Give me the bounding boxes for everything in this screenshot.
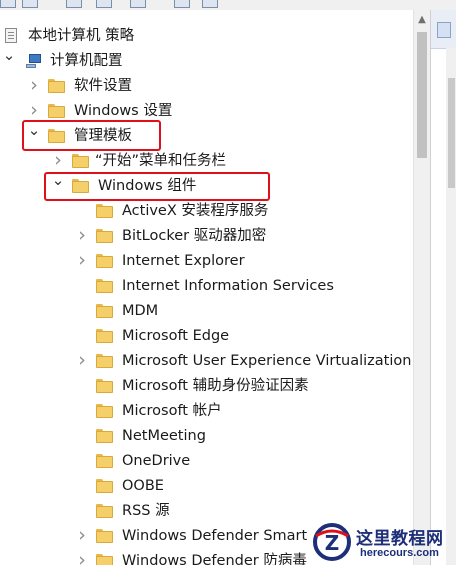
policy-tree: 本地计算机 策略 计算机配置 软件设置 Windows 设置 管理模板 “开始”… — [0, 10, 413, 565]
chevron-right-icon[interactable] — [27, 74, 41, 99]
tree-item-label: 计算机配置 — [50, 53, 123, 69]
tree-root-label: 本地计算机 策略 — [28, 28, 135, 44]
highlight-box-admin-templates — [22, 120, 161, 151]
tree-item-label: ActiveX 安装程序服务 — [122, 203, 269, 219]
folder-icon — [96, 404, 113, 418]
folder-icon — [96, 429, 113, 443]
policy-document-icon — [5, 28, 17, 43]
filter-icon[interactable] — [202, 0, 218, 8]
scrollbar-thumb[interactable] — [417, 32, 427, 158]
folder-icon — [96, 529, 113, 543]
tree-item-label: Microsoft Edge — [122, 328, 230, 344]
help-icon[interactable] — [174, 0, 190, 8]
scroll-up-arrow-icon[interactable]: ▲ — [414, 12, 430, 28]
folder-icon — [96, 479, 113, 493]
description-header — [431, 10, 456, 49]
folder-icon — [96, 204, 113, 218]
computer-icon — [26, 54, 42, 68]
folder-icon — [96, 504, 113, 518]
folder-icon — [96, 329, 113, 343]
chevron-down-icon[interactable] — [2, 49, 16, 74]
tree-item-label: RSS 源 — [122, 503, 170, 519]
folder-icon — [96, 379, 113, 393]
tree-item-label: MDM — [122, 303, 159, 319]
watermark-url: herecours.com — [360, 547, 439, 559]
folder-icon — [96, 304, 113, 318]
setting-icon — [437, 22, 451, 38]
properties-icon[interactable] — [130, 0, 146, 8]
folder-icon — [96, 354, 113, 368]
tree-item-label: Internet Explorer — [122, 253, 245, 269]
folder-icon — [72, 154, 89, 168]
tree-item-label: OneDrive — [122, 453, 191, 469]
folder-icon — [48, 79, 65, 93]
folder-icon — [48, 104, 65, 118]
chevron-right-icon[interactable] — [75, 524, 89, 549]
chevron-right-icon[interactable] — [75, 224, 89, 249]
chevron-right-icon[interactable] — [75, 349, 89, 374]
forward-icon[interactable] — [22, 0, 38, 8]
description-pane: 要 进 编 要 W 指 使 求 R 的 退 用 如 网 才 若 — [430, 10, 456, 565]
watermark-name: 这里教程网 — [356, 529, 444, 549]
chevron-right-icon[interactable] — [75, 549, 89, 565]
description-scrollbar[interactable] — [446, 48, 456, 565]
tree-item-label: Microsoft 帐户 — [122, 403, 222, 419]
folder-icon — [96, 229, 113, 243]
tree-item-label: Microsoft 辅助身份验证因素 — [122, 378, 309, 394]
tree-item-label: 软件设置 — [74, 78, 132, 94]
tree-scrollbar[interactable]: ▲ — [413, 10, 430, 565]
tree-item-label: Windows Defender 防病毒 — [122, 553, 307, 565]
tree-item-label: Windows Defender Smart — [122, 528, 308, 544]
watermark-logo-icon: Z — [313, 523, 351, 561]
back-icon[interactable] — [0, 0, 16, 8]
tree-item-label: Microsoft User Experience Virtualization — [122, 353, 412, 369]
tree-item-label: OOBE — [122, 478, 164, 494]
tree-item-label: NetMeeting — [122, 428, 206, 444]
tree-item-label: BitLocker 驱动器加密 — [122, 228, 267, 244]
watermark: Z 这里教程网 herecours.com — [312, 520, 456, 565]
tree-item-label: Internet Information Services — [122, 278, 334, 294]
folder-icon[interactable] — [66, 0, 82, 8]
chevron-right-icon[interactable] — [75, 249, 89, 274]
tree-item-label: “开始”菜单和任务栏 — [95, 153, 227, 169]
folder-icon — [96, 254, 113, 268]
folder-icon — [96, 279, 113, 293]
scrollbar-thumb[interactable] — [448, 78, 455, 188]
highlight-box-windows-components — [44, 172, 270, 201]
view-icon[interactable] — [96, 0, 112, 8]
folder-icon — [96, 454, 113, 468]
folder-icon — [96, 554, 113, 565]
svg-text:Z: Z — [325, 531, 340, 555]
